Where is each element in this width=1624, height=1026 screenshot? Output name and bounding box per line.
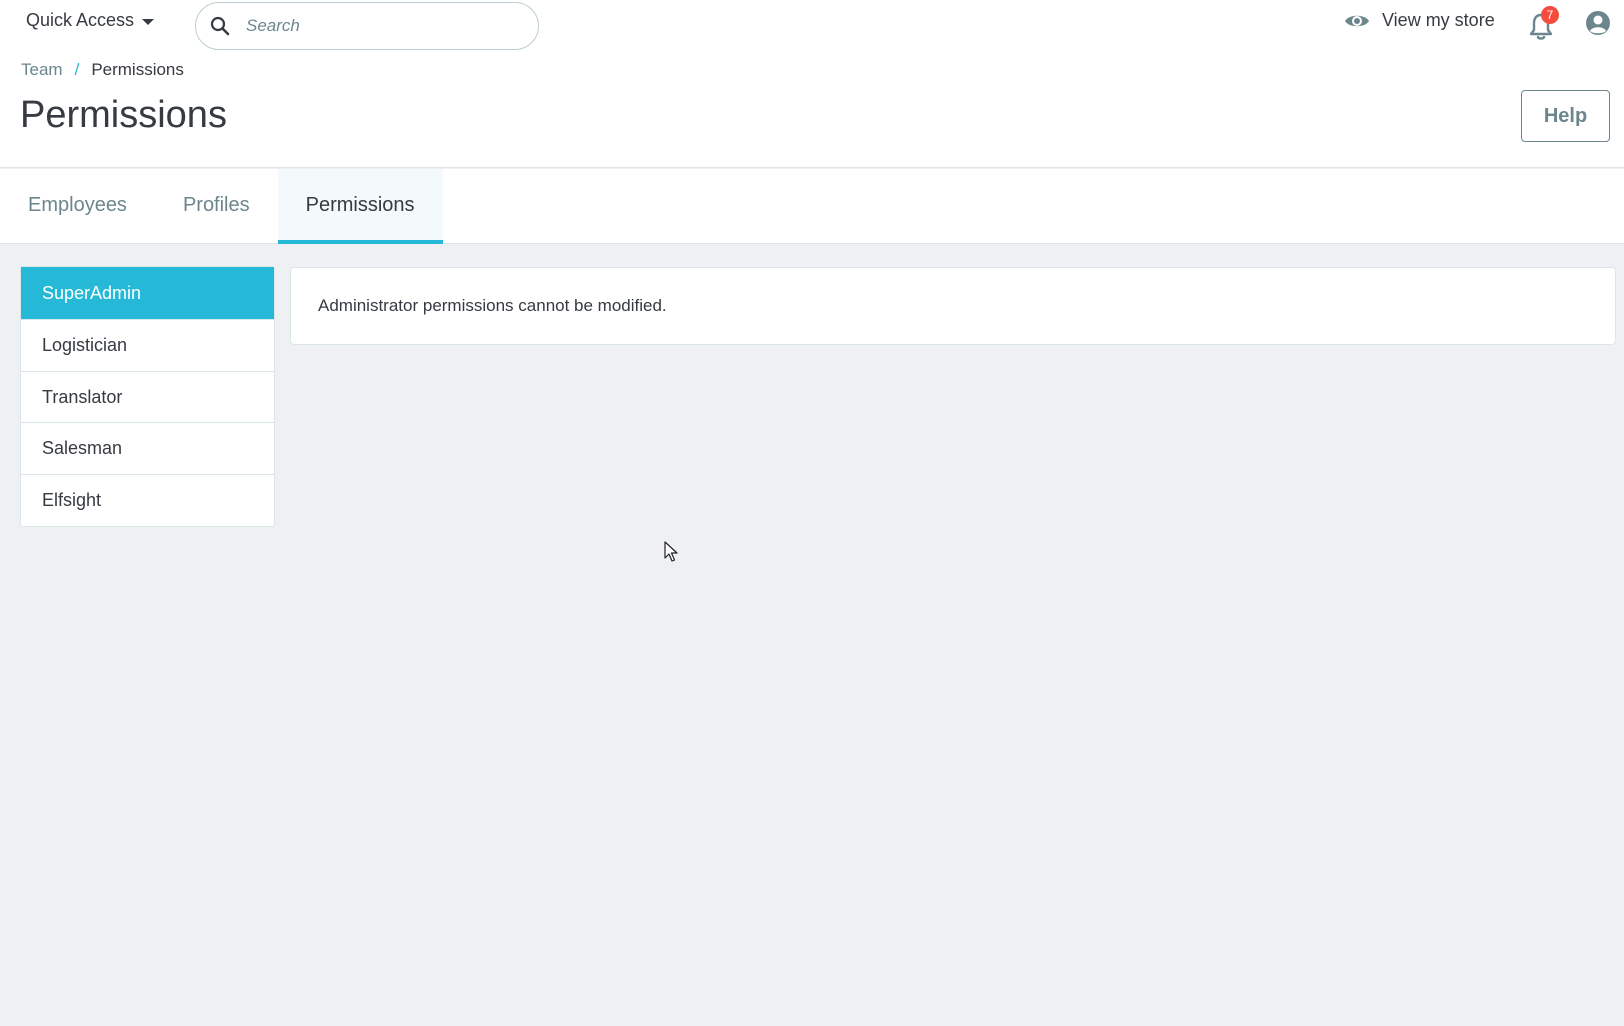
permissions-info-message: Administrator permissions cannot be modi… <box>318 296 667 315</box>
employee-profile-button[interactable] <box>1585 10 1611 41</box>
profile-item-superadmin[interactable]: SuperAdmin <box>21 267 274 320</box>
breadcrumb-current: Permissions <box>91 60 184 79</box>
tab-employees[interactable]: Employees <box>0 169 155 244</box>
mouse-cursor-icon <box>664 541 678 562</box>
help-button[interactable]: Help <box>1521 90 1610 142</box>
notification-badge: 7 <box>1541 6 1559 24</box>
notifications-button[interactable]: 7 <box>1528 6 1559 40</box>
search-icon <box>210 16 230 36</box>
profile-list: SuperAdmin Logistician Translator Salesm… <box>20 266 275 527</box>
caret-down-icon <box>142 19 155 25</box>
permissions-info-card: Administrator permissions cannot be modi… <box>290 267 1616 345</box>
tab-permissions[interactable]: Permissions <box>277 169 443 244</box>
tab-profiles[interactable]: Profiles <box>155 169 278 244</box>
profile-item-salesman[interactable]: Salesman <box>21 423 274 475</box>
profile-item-logistician[interactable]: Logistician <box>21 320 274 372</box>
profile-item-translator[interactable]: Translator <box>21 372 274 423</box>
view-my-store-label: View my store <box>1382 10 1495 30</box>
view-my-store-link[interactable]: View my store <box>1344 10 1495 31</box>
quick-access-label: Quick Access <box>26 10 135 30</box>
search-box[interactable] <box>195 2 539 50</box>
page-title: Permissions <box>20 94 227 136</box>
breadcrumb-separator: / <box>74 60 80 79</box>
eye-icon <box>1345 15 1369 26</box>
user-circle-icon <box>1586 11 1610 35</box>
breadcrumb-team-link[interactable]: Team <box>21 60 63 80</box>
quick-access-dropdown[interactable]: Quick Access <box>26 10 155 31</box>
profile-item-elfsight[interactable]: Elfsight <box>21 475 274 527</box>
team-tabs: Employees Profiles Permissions <box>0 169 1624 244</box>
top-header: Quick Access View my store 7 Team <box>0 0 1624 168</box>
breadcrumb: Team / Permissions <box>21 60 184 80</box>
search-input[interactable] <box>244 15 504 37</box>
